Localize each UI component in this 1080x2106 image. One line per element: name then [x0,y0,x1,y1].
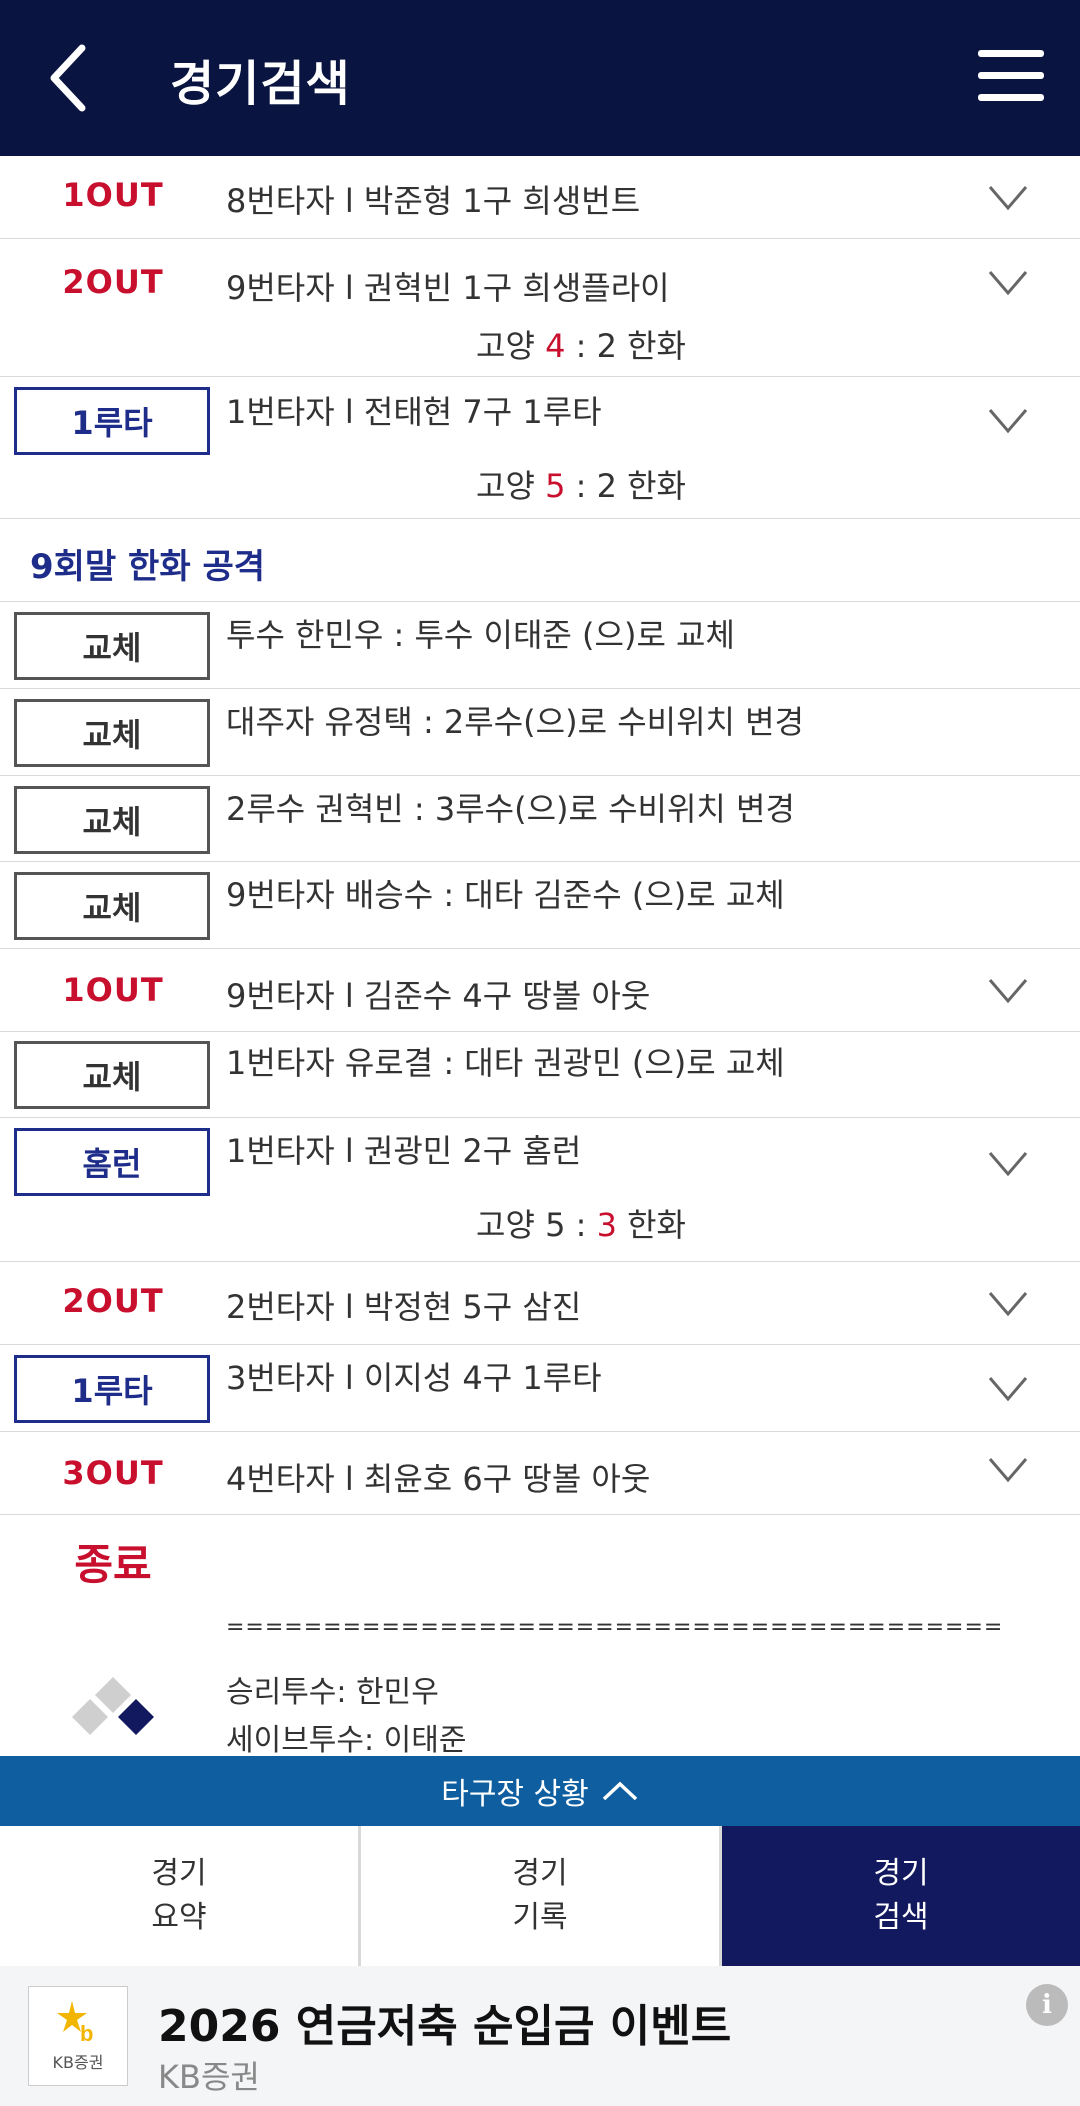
info-icon[interactable]: i [1026,1984,1068,2026]
ad-banner[interactable]: b KB증권 2026 연금저축 순입금 이벤트 KB증권 i [0,1966,1080,2106]
tab-game-record[interactable]: 경기 기록 [361,1826,722,1966]
score-line: 고양 5 : 2 한화 [476,467,686,505]
play-row[interactable]: 1루타 1번타자 l 전태현 7구 1루타 고양 5 : 2 한화 [0,377,1080,519]
back-button[interactable] [38,40,98,116]
back-chevron-icon [50,44,86,112]
game-end-row: 종료 =====================================… [0,1515,1080,1756]
substitution-badge: 교체 [14,612,210,680]
caret-up-icon [602,1781,637,1801]
score-highlight: 5 [545,467,566,505]
substitution-badge: 교체 [14,872,210,940]
expand-chevron-icon[interactable] [988,1456,1028,1484]
play-row[interactable]: 1OUT 9번타자 l 김준수 4구 땅볼 아웃 [0,949,1080,1032]
play-row[interactable]: 1루타 3번타자 l 이지성 4구 1루타 [0,1345,1080,1432]
play-by-play-list[interactable]: 1OUT 8번타자 l 박준형 1구 희생번트 2OUT 9번타자 l 권혁빈 … [0,156,1080,1756]
page-title: 경기검색 [170,56,351,112]
substitution-row: 교체 9번타자 배승수 : 대타 김준수 (으)로 교체 [0,862,1080,949]
winning-pitcher: 승리투수: 한민우 [226,1675,439,1710]
out-badge: 3OUT [62,1454,164,1492]
substitution-badge: 교체 [14,699,210,767]
expand-chevron-icon[interactable] [988,1375,1028,1403]
kb-logo-icon: b KB증권 [28,1986,128,2086]
play-description: 1번타자 유로결 : 대타 권광민 (으)로 교체 [226,1044,785,1082]
play-description: 1번타자 l 권광민 2구 홈런 [226,1132,582,1170]
expand-chevron-icon[interactable] [988,407,1028,435]
substitution-badge: 교체 [14,1041,210,1109]
play-description: 3번타자 l 이지성 4구 1루타 [226,1359,602,1397]
menu-button[interactable] [978,50,1046,102]
expand-chevron-icon[interactable] [988,977,1028,1005]
other-fields-status-button[interactable]: 타구장 상황 [0,1756,1080,1826]
out-badge: 2OUT [62,1282,164,1320]
play-description: 2번타자 l 박정현 5구 삼진 [226,1288,582,1326]
out-badge: 1OUT [62,176,164,214]
substitution-row: 교체 대주자 유정택 : 2루수(으)로 수비위치 변경 [0,689,1080,776]
substitution-row: 교체 1번타자 유로결 : 대타 권광민 (으)로 교체 [0,1032,1080,1118]
expand-chevron-icon[interactable] [988,1150,1028,1178]
diamond-field-icon [72,1677,154,1735]
hit-badge: 1루타 [14,387,210,455]
play-description: 9번타자 l 권혁빈 1구 희생플라이 [226,269,670,307]
homerun-badge: 홈런 [14,1128,210,1196]
play-description: 2루수 권혁빈 : 3루수(으)로 수비위치 변경 [226,790,795,828]
expand-chevron-icon[interactable] [988,184,1028,212]
expand-chevron-icon[interactable] [988,1290,1028,1318]
bottom-tab-bar: 경기 요약 경기 기록 경기 검색 [0,1826,1080,1966]
app-header: 경기검색 [0,0,1080,156]
expand-chevron-icon[interactable] [988,269,1028,297]
svg-text:b: b [80,2021,93,2045]
tab-game-search[interactable]: 경기 검색 [722,1826,1080,1966]
menu-icon [978,50,1044,57]
play-description: 4번타자 l 최윤호 6구 땅볼 아웃 [226,1460,651,1498]
score-highlight: 3 [596,1206,617,1244]
tab-game-summary[interactable]: 경기 요약 [0,1826,361,1966]
play-description: 1번타자 l 전태현 7구 1루타 [226,393,602,431]
score-line: 고양 5 : 3 한화 [476,1206,686,1244]
play-description: 투수 한민우 : 투수 이태준 (으)로 교체 [226,616,735,654]
save-pitcher: 세이브투수: 이태준 [226,1723,467,1756]
summary-divider: ======================================== [226,1615,1004,1640]
play-row[interactable]: 홈런 1번타자 l 권광민 2구 홈런 고양 5 : 3 한화 [0,1118,1080,1262]
score-line: 고양 4 : 2 한화 [476,327,686,365]
substitution-row: 교체 투수 한민우 : 투수 이태준 (으)로 교체 [0,602,1080,689]
play-description: 9번타자 배승수 : 대타 김준수 (으)로 교체 [226,876,785,914]
play-row[interactable]: 1OUT 8번타자 l 박준형 1구 희생번트 [0,156,1080,239]
play-description: 대주자 유정택 : 2루수(으)로 수비위치 변경 [226,703,805,741]
play-description: 8번타자 l 박준형 1구 희생번트 [226,182,641,220]
out-badge: 1OUT [62,971,164,1009]
ad-title: 2026 연금저축 순입금 이벤트 [158,2001,732,2052]
substitution-badge: 교체 [14,786,210,854]
game-end-label: 종료 [74,1540,152,1589]
score-highlight: 4 [545,327,566,365]
play-description: 9번타자 l 김준수 4구 땅볼 아웃 [226,977,651,1015]
play-row[interactable]: 3OUT 4번타자 l 최윤호 6구 땅볼 아웃 [0,1432,1080,1515]
out-badge: 2OUT [62,263,164,301]
play-row[interactable]: 2OUT 2번타자 l 박정현 5구 삼진 [0,1262,1080,1345]
substitution-row: 교체 2루수 권혁빈 : 3루수(으)로 수비위치 변경 [0,776,1080,862]
inning-header: 9회말 한화 공격 [0,519,1080,602]
ad-sponsor: KB증권 [158,2058,260,2096]
play-row[interactable]: 2OUT 9번타자 l 권혁빈 1구 희생플라이 고양 4 : 2 한화 [0,239,1080,377]
hit-badge: 1루타 [14,1355,210,1423]
